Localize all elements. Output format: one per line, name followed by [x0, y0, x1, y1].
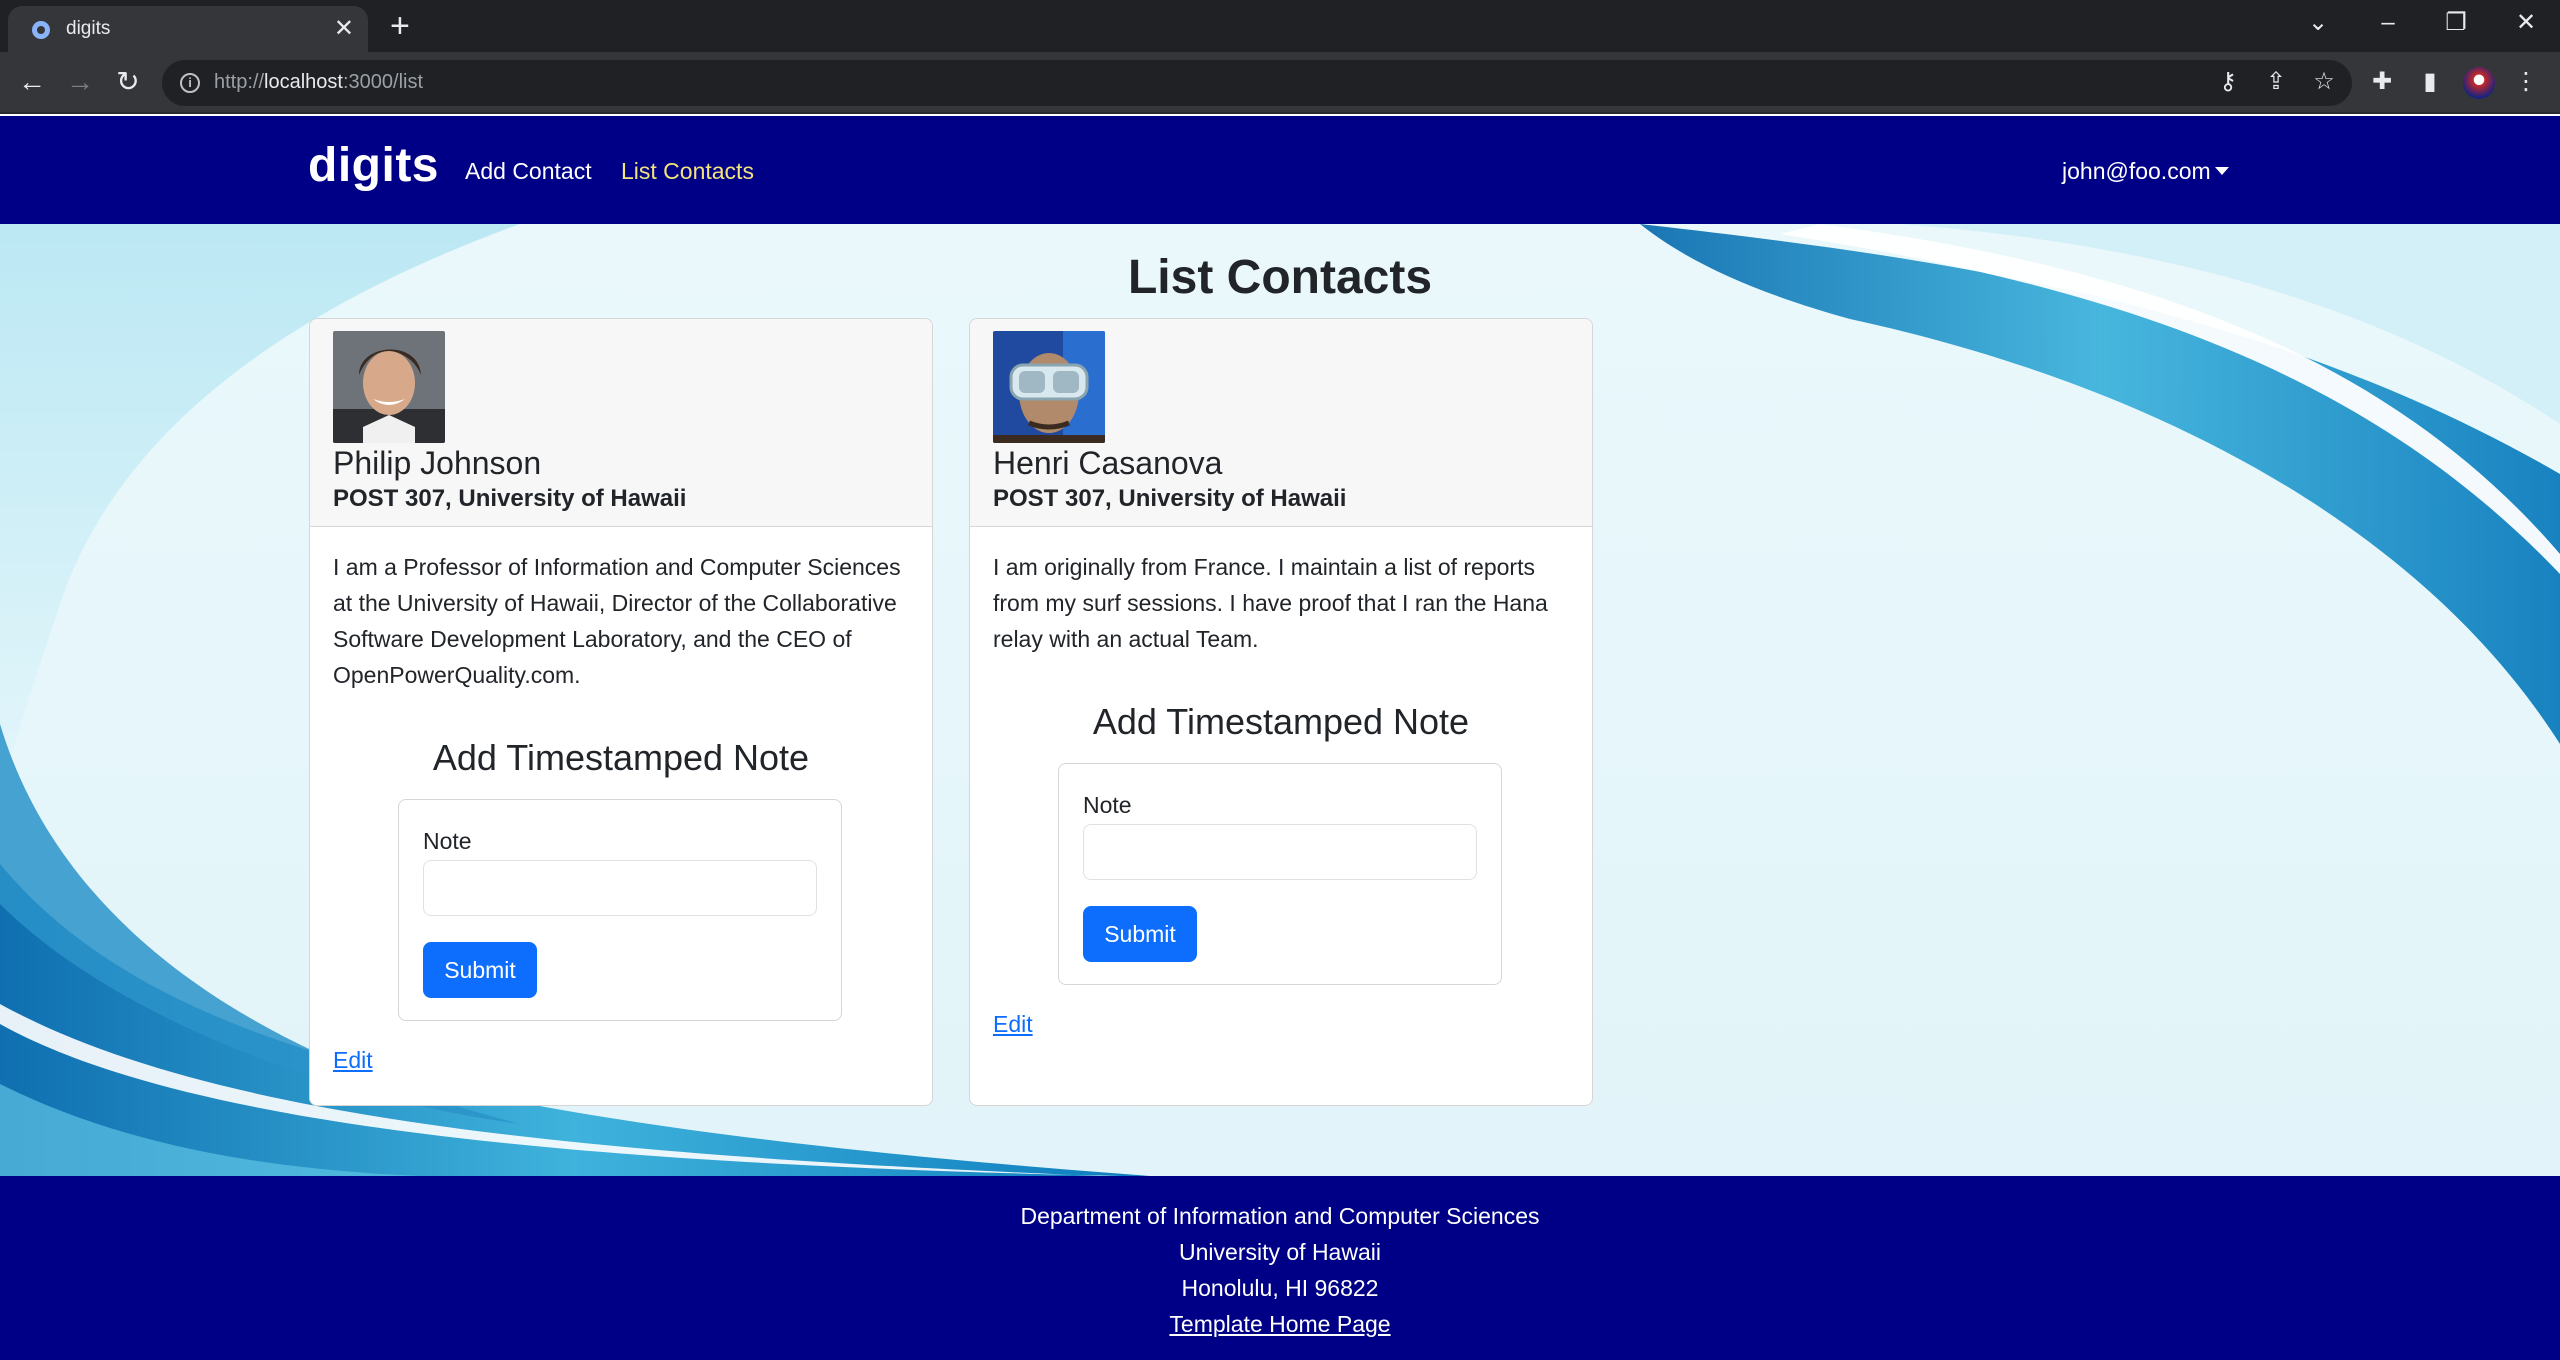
footer: Department of Information and Computer S… — [0, 1176, 2560, 1360]
url-path: :3000/list — [342, 71, 424, 93]
template-home-link[interactable]: Template Home Page — [1169, 1311, 1390, 1337]
card-header: Henri Casanova POST 307, University of H… — [970, 319, 1592, 527]
site-info-icon[interactable]: i — [180, 73, 200, 93]
contact-name: Philip Johnson — [333, 445, 542, 481]
address-bar[interactable]: i http://localhost:3000/list ⚷ ⇪ ☆ — [162, 60, 2352, 106]
top-navbar: digits Add Contact List Contacts john@fo… — [0, 116, 2560, 224]
nav-add-contact[interactable]: Add Contact — [465, 158, 592, 185]
minimize-icon[interactable]: – — [2368, 6, 2408, 40]
url-text[interactable]: http://localhost:3000/list — [214, 71, 423, 94]
extensions-icon[interactable]: ✚ — [2364, 64, 2400, 100]
web-page: digits Add Contact List Contacts john@fo… — [0, 116, 2560, 1360]
share-icon[interactable]: ⇪ — [2258, 64, 2294, 100]
tab-title: digits — [66, 18, 111, 39]
edit-link[interactable]: Edit — [993, 1011, 1033, 1038]
tab-search-icon[interactable]: ⌄ — [2298, 6, 2338, 40]
card-header: Philip Johnson POST 307, University of H… — [310, 319, 932, 527]
footer-city: Honolulu, HI 96822 — [1181, 1275, 1379, 1301]
new-tab-icon[interactable]: + — [390, 6, 410, 46]
contact-photo — [333, 331, 445, 443]
contact-address: POST 307, University of Hawaii — [993, 485, 1347, 512]
note-label: Note — [1083, 792, 1132, 818]
submit-button[interactable]: Submit — [423, 942, 537, 998]
contact-address: POST 307, University of Hawaii — [333, 485, 687, 512]
edit-link[interactable]: Edit — [333, 1047, 373, 1074]
back-icon[interactable]: ← — [14, 64, 50, 100]
forward-icon[interactable]: → — [62, 64, 98, 100]
note-input[interactable] — [423, 860, 817, 916]
contact-name: Henri Casanova — [993, 445, 1223, 481]
side-panel-icon[interactable]: ▮ — [2412, 64, 2448, 100]
submit-button[interactable]: Submit — [1083, 906, 1197, 962]
note-form: Note Submit — [1058, 763, 1502, 985]
bookmark-star-icon[interactable]: ☆ — [2306, 64, 2342, 100]
contact-card: Philip Johnson POST 307, University of H… — [309, 318, 933, 1106]
note-input[interactable] — [1083, 824, 1477, 880]
favicon-icon — [32, 21, 50, 39]
reload-icon[interactable]: ↻ — [110, 64, 146, 100]
profile-avatar[interactable] — [2463, 67, 2495, 99]
main-content: List Contacts Philip Johnson POST 307, U… — [0, 224, 2560, 1176]
close-window-icon[interactable]: ✕ — [2506, 6, 2546, 40]
footer-department: Department of Information and Computer S… — [1020, 1203, 1540, 1229]
note-form-title: Add Timestamped Note — [432, 737, 810, 778]
page-title: List Contacts — [1127, 251, 1433, 304]
restore-icon[interactable]: ❐ — [2436, 6, 2476, 40]
url-host: localhost — [264, 71, 343, 93]
caret-down-icon — [2214, 167, 2229, 175]
user-dropdown[interactable]: john@foo.com — [2062, 158, 2229, 185]
menu-kebab-icon[interactable]: ⋮ — [2508, 64, 2544, 100]
browser-toolbar: ← → ↻ i http://localhost:3000/list ⚷ ⇪ ☆… — [0, 52, 2560, 114]
brand-logo[interactable]: digits — [308, 138, 439, 193]
contact-description: I am a Professor of Information and Comp… — [333, 554, 901, 688]
key-icon[interactable]: ⚷ — [2210, 64, 2246, 100]
note-form-title: Add Timestamped Note — [1092, 701, 1470, 742]
browser-tab[interactable]: digits ✕ — [8, 6, 368, 52]
nav-list-contacts[interactable]: List Contacts — [621, 158, 754, 185]
close-tab-icon[interactable]: ✕ — [334, 15, 354, 43]
contact-card: Henri Casanova POST 307, University of H… — [969, 318, 1593, 1106]
contact-photo — [993, 331, 1105, 443]
note-form: Note Submit — [398, 799, 842, 1021]
note-label: Note — [423, 828, 472, 854]
contact-description: I am originally from France. I maintain … — [993, 554, 1548, 652]
user-email: john@foo.com — [2062, 158, 2211, 184]
footer-university: University of Hawaii — [1179, 1239, 1381, 1265]
url-scheme: http:// — [214, 71, 265, 93]
browser-tab-strip: digits ✕ + ⌄ – ❐ ✕ — [0, 0, 2560, 52]
